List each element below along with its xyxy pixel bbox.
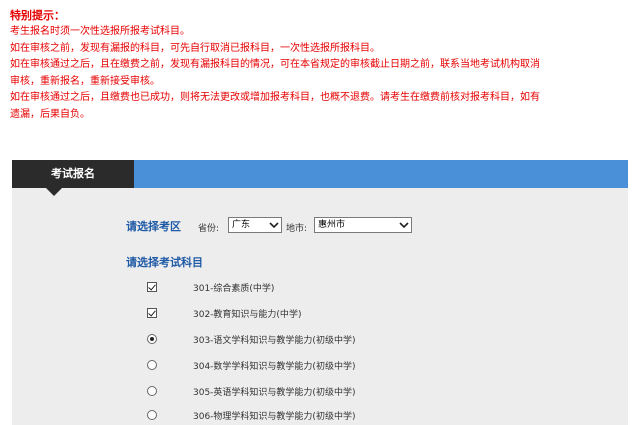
tab-pointer	[46, 188, 62, 196]
chevron-down-icon	[399, 222, 409, 229]
tab-bar: 考试报名	[12, 160, 628, 188]
region-heading: 请选择考区	[126, 220, 181, 233]
notice-line: 审核，重新报名，重新接受审核。	[10, 75, 160, 87]
notice-line: 如在审核之前，发现有漏报的科目，可先自行取消已报科目，一次性选报所报科目。	[10, 42, 380, 54]
subject-label: 304-数学学科知识与教学能力(初级中学)	[193, 362, 356, 372]
subject-radio[interactable]	[147, 410, 157, 420]
subject-radio[interactable]	[147, 334, 157, 344]
subject-label: 303-语文学科知识与教学能力(初级中学)	[193, 336, 356, 346]
check-icon	[148, 282, 156, 291]
notice-line: 考生报名时须一次性选报所报考试科目。	[10, 26, 190, 37]
notice-line: 如在审核通过之后，且缴费也已成功，则将无法更改或增加报考科目，也概不退费。请考生…	[10, 92, 540, 103]
notice-line: 如在审核通过之后，且在缴费之前，发现有漏报科目的情况，可在本省规定的审核截止日期…	[10, 59, 540, 70]
city-label: 地市:	[286, 224, 308, 234]
check-icon	[148, 308, 156, 317]
subject-checkbox[interactable]	[147, 282, 157, 292]
subject-label: 305-英语学科知识与教学能力(初级中学)	[193, 388, 356, 398]
notice-block: 特别提示： 考生报名时须一次性选报所报考试科目。 如在审核之前，发现有漏报的科目…	[10, 8, 630, 123]
tab-exam-registration[interactable]: 考试报名	[12, 160, 134, 188]
radio-dot-icon	[150, 337, 154, 341]
province-select[interactable]: 广东	[228, 217, 282, 233]
notice-line: 遗漏，后果自负。	[10, 108, 90, 120]
notice-title: 特别提示：	[10, 9, 65, 22]
subject-radio[interactable]	[147, 360, 157, 370]
chevron-down-icon	[269, 222, 279, 229]
subjects-heading: 请选择考试科目	[126, 256, 203, 269]
subject-label: 301-综合素质(中学)	[193, 284, 275, 294]
city-select[interactable]: 惠州市	[314, 217, 412, 233]
subject-label: 306-物理学科知识与教学能力(初级中学)	[193, 412, 356, 422]
city-value: 惠州市	[318, 220, 346, 230]
subject-label: 302-教育知识与能力(中学)	[193, 310, 302, 320]
registration-panel: 考试报名 请选择考区 省份: 广东 地市: 惠州市 请选择考试科目 301-综合…	[12, 160, 628, 425]
subject-checkbox[interactable]	[147, 308, 157, 318]
province-label: 省份:	[198, 224, 220, 234]
subject-radio[interactable]	[147, 386, 157, 396]
province-value: 广东	[232, 220, 251, 230]
